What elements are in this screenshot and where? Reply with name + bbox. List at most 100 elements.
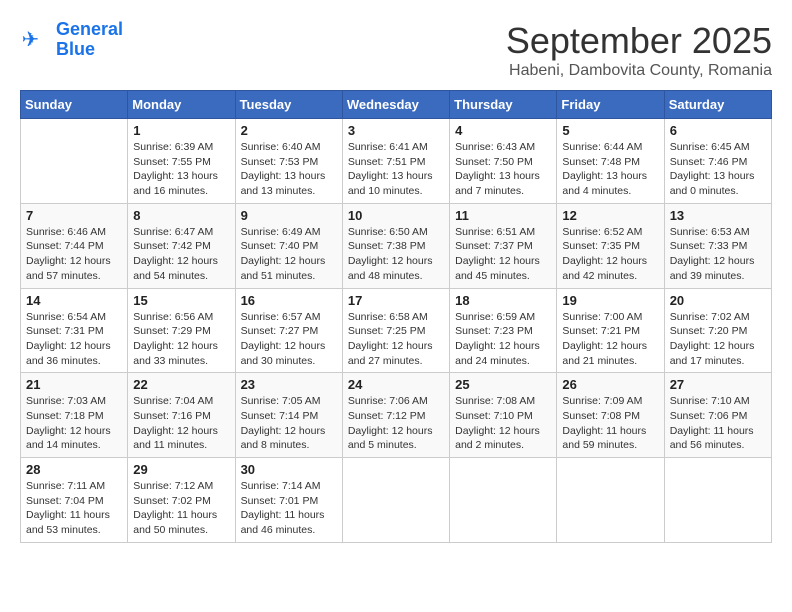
calendar-cell: 30 Sunrise: 7:14 AM Sunset: 7:01 PM Dayli… bbox=[235, 458, 342, 543]
calendar-cell: 23 Sunrise: 7:05 AM Sunset: 7:14 PM Dayli… bbox=[235, 373, 342, 458]
day-number: 5 bbox=[562, 123, 658, 138]
day-info: Sunrise: 6:40 AM Sunset: 7:53 PM Dayligh… bbox=[241, 140, 337, 199]
calendar-cell: 28 Sunrise: 7:11 AM Sunset: 7:04 PM Dayli… bbox=[21, 458, 128, 543]
day-info: Sunrise: 6:47 AM Sunset: 7:42 PM Dayligh… bbox=[133, 225, 229, 284]
day-info: Sunrise: 6:46 AM Sunset: 7:44 PM Dayligh… bbox=[26, 225, 122, 284]
calendar-cell: 9Sunrise: 6:49 AM Sunset: 7:40 PM Daylig… bbox=[235, 203, 342, 288]
day-number: 23 bbox=[241, 377, 337, 392]
day-number: 26 bbox=[562, 377, 658, 392]
day-info: Sunrise: 7:14 AM Sunset: 7:01 PM Dayligh… bbox=[241, 479, 337, 538]
day-info: Sunrise: 6:51 AM Sunset: 7:37 PM Dayligh… bbox=[455, 225, 551, 284]
calendar-cell: 15 Sunrise: 6:56 AM Sunset: 7:29 PM Dayli… bbox=[128, 288, 235, 373]
location-subtitle: Habeni, Dambovita County, Romania bbox=[506, 62, 772, 80]
day-info: Sunrise: 7:12 AM Sunset: 7:02 PM Dayligh… bbox=[133, 479, 229, 538]
calendar-cell: 8Sunrise: 6:47 AM Sunset: 7:42 PM Daylig… bbox=[128, 203, 235, 288]
logo-line1: General bbox=[56, 19, 123, 39]
calendar-cell bbox=[557, 458, 664, 543]
calendar-cell: 11 Sunrise: 6:51 AM Sunset: 7:37 PM Dayli… bbox=[450, 203, 557, 288]
day-number: 17 bbox=[348, 293, 444, 308]
day-info: Sunrise: 7:11 AM Sunset: 7:04 PM Dayligh… bbox=[26, 479, 122, 538]
weekday-header-cell: Sunday bbox=[21, 91, 128, 119]
weekday-header-cell: Saturday bbox=[664, 91, 771, 119]
calendar-cell: 3 Sunrise: 6:41 AM Sunset: 7:51 PM Daylig… bbox=[342, 119, 449, 204]
weekday-header-cell: Friday bbox=[557, 91, 664, 119]
day-info: Sunrise: 7:06 AM Sunset: 7:12 PM Dayligh… bbox=[348, 394, 444, 453]
title-block: September 2025 Habeni, Dambovita County,… bbox=[506, 20, 772, 80]
day-info: Sunrise: 6:54 AM Sunset: 7:31 PM Dayligh… bbox=[26, 310, 122, 369]
calendar-cell: 7Sunrise: 6:46 AM Sunset: 7:44 PM Daylig… bbox=[21, 203, 128, 288]
svg-text:✈: ✈ bbox=[22, 28, 39, 51]
calendar-cell: 12 Sunrise: 6:52 AM Sunset: 7:35 PM Dayli… bbox=[557, 203, 664, 288]
day-number: 6 bbox=[670, 123, 766, 138]
day-number: 1 bbox=[133, 123, 229, 138]
day-number: 19 bbox=[562, 293, 658, 308]
day-number: 15 bbox=[133, 293, 229, 308]
day-number: 4 bbox=[455, 123, 551, 138]
day-info: Sunrise: 6:56 AM Sunset: 7:29 PM Dayligh… bbox=[133, 310, 229, 369]
calendar-cell: 26Sunrise: 7:09 AM Sunset: 7:08 PM Dayli… bbox=[557, 373, 664, 458]
day-number: 25 bbox=[455, 377, 551, 392]
calendar-cell: 29Sunrise: 7:12 AM Sunset: 7:02 PM Dayli… bbox=[128, 458, 235, 543]
calendar-cell: 5Sunrise: 6:44 AM Sunset: 7:48 PM Daylig… bbox=[557, 119, 664, 204]
weekday-header-cell: Thursday bbox=[450, 91, 557, 119]
day-number: 28 bbox=[26, 462, 122, 477]
logo-text: General Blue bbox=[56, 20, 123, 60]
day-info: Sunrise: 6:43 AM Sunset: 7:50 PM Dayligh… bbox=[455, 140, 551, 199]
calendar-cell: 25 Sunrise: 7:08 AM Sunset: 7:10 PM Dayli… bbox=[450, 373, 557, 458]
day-info: Sunrise: 6:53 AM Sunset: 7:33 PM Dayligh… bbox=[670, 225, 766, 284]
logo-line2: Blue bbox=[56, 39, 95, 59]
weekday-header-row: SundayMondayTuesdayWednesdayThursdayFrid… bbox=[21, 91, 772, 119]
day-info: Sunrise: 7:00 AM Sunset: 7:21 PM Dayligh… bbox=[562, 310, 658, 369]
calendar-cell: 20 Sunrise: 7:02 AM Sunset: 7:20 PM Dayli… bbox=[664, 288, 771, 373]
calendar-week-row: 21Sunrise: 7:03 AM Sunset: 7:18 PM Dayli… bbox=[21, 373, 772, 458]
calendar-week-row: 14 Sunrise: 6:54 AM Sunset: 7:31 PM Dayli… bbox=[21, 288, 772, 373]
calendar-cell: 24 Sunrise: 7:06 AM Sunset: 7:12 PM Dayli… bbox=[342, 373, 449, 458]
day-number: 12 bbox=[562, 208, 658, 223]
calendar-cell: 27Sunrise: 7:10 AM Sunset: 7:06 PM Dayli… bbox=[664, 373, 771, 458]
calendar-week-row: 7Sunrise: 6:46 AM Sunset: 7:44 PM Daylig… bbox=[21, 203, 772, 288]
day-info: Sunrise: 6:57 AM Sunset: 7:27 PM Dayligh… bbox=[241, 310, 337, 369]
calendar-cell: 14 Sunrise: 6:54 AM Sunset: 7:31 PM Dayli… bbox=[21, 288, 128, 373]
page-header: ✈ General Blue September 2025 Habeni, Da… bbox=[20, 20, 772, 80]
calendar-cell bbox=[21, 119, 128, 204]
day-info: Sunrise: 6:45 AM Sunset: 7:46 PM Dayligh… bbox=[670, 140, 766, 199]
calendar-cell: 6 Sunrise: 6:45 AM Sunset: 7:46 PM Daylig… bbox=[664, 119, 771, 204]
calendar-cell: 2Sunrise: 6:40 AM Sunset: 7:53 PM Daylig… bbox=[235, 119, 342, 204]
calendar-table: SundayMondayTuesdayWednesdayThursdayFrid… bbox=[20, 90, 772, 543]
day-info: Sunrise: 7:05 AM Sunset: 7:14 PM Dayligh… bbox=[241, 394, 337, 453]
day-info: Sunrise: 6:52 AM Sunset: 7:35 PM Dayligh… bbox=[562, 225, 658, 284]
day-info: Sunrise: 7:10 AM Sunset: 7:06 PM Dayligh… bbox=[670, 394, 766, 453]
weekday-header-cell: Tuesday bbox=[235, 91, 342, 119]
day-info: Sunrise: 6:49 AM Sunset: 7:40 PM Dayligh… bbox=[241, 225, 337, 284]
day-number: 13 bbox=[670, 208, 766, 223]
calendar-cell: 1 Sunrise: 6:39 AM Sunset: 7:55 PM Daylig… bbox=[128, 119, 235, 204]
day-number: 30 bbox=[241, 462, 337, 477]
day-number: 20 bbox=[670, 293, 766, 308]
calendar-cell: 22Sunrise: 7:04 AM Sunset: 7:16 PM Dayli… bbox=[128, 373, 235, 458]
month-title: September 2025 bbox=[506, 20, 772, 62]
day-number: 10 bbox=[348, 208, 444, 223]
day-number: 22 bbox=[133, 377, 229, 392]
day-info: Sunrise: 6:59 AM Sunset: 7:23 PM Dayligh… bbox=[455, 310, 551, 369]
calendar-cell: 10Sunrise: 6:50 AM Sunset: 7:38 PM Dayli… bbox=[342, 203, 449, 288]
weekday-header-cell: Monday bbox=[128, 91, 235, 119]
day-info: Sunrise: 6:58 AM Sunset: 7:25 PM Dayligh… bbox=[348, 310, 444, 369]
calendar-cell: 18 Sunrise: 6:59 AM Sunset: 7:23 PM Dayli… bbox=[450, 288, 557, 373]
day-info: Sunrise: 7:02 AM Sunset: 7:20 PM Dayligh… bbox=[670, 310, 766, 369]
calendar-week-row: 28 Sunrise: 7:11 AM Sunset: 7:04 PM Dayli… bbox=[21, 458, 772, 543]
day-number: 3 bbox=[348, 123, 444, 138]
day-number: 18 bbox=[455, 293, 551, 308]
day-number: 24 bbox=[348, 377, 444, 392]
day-info: Sunrise: 6:39 AM Sunset: 7:55 PM Dayligh… bbox=[133, 140, 229, 199]
day-number: 14 bbox=[26, 293, 122, 308]
calendar-cell: 21Sunrise: 7:03 AM Sunset: 7:18 PM Dayli… bbox=[21, 373, 128, 458]
calendar-cell: 13 Sunrise: 6:53 AM Sunset: 7:33 PM Dayli… bbox=[664, 203, 771, 288]
calendar-cell: 4 Sunrise: 6:43 AM Sunset: 7:50 PM Daylig… bbox=[450, 119, 557, 204]
day-number: 11 bbox=[455, 208, 551, 223]
day-info: Sunrise: 7:08 AM Sunset: 7:10 PM Dayligh… bbox=[455, 394, 551, 453]
calendar-cell bbox=[450, 458, 557, 543]
day-info: Sunrise: 6:41 AM Sunset: 7:51 PM Dayligh… bbox=[348, 140, 444, 199]
day-info: Sunrise: 7:03 AM Sunset: 7:18 PM Dayligh… bbox=[26, 394, 122, 453]
calendar-body: 1 Sunrise: 6:39 AM Sunset: 7:55 PM Daylig… bbox=[21, 119, 772, 543]
calendar-cell: 19 Sunrise: 7:00 AM Sunset: 7:21 PM Dayli… bbox=[557, 288, 664, 373]
